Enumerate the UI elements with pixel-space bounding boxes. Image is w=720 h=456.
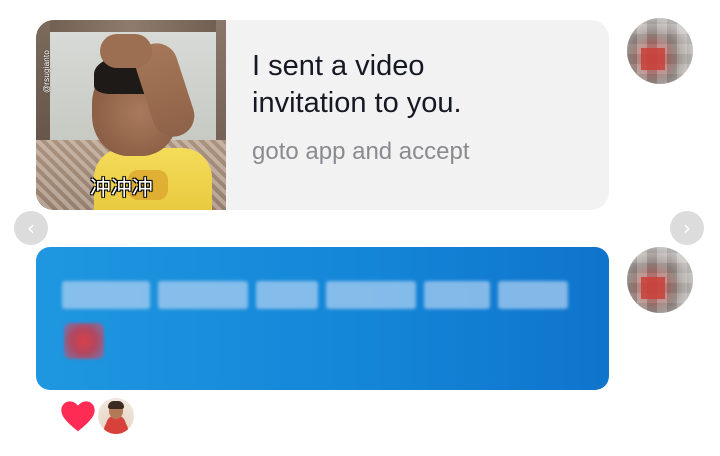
thumbnail-watermark: @rsugianto bbox=[42, 50, 51, 94]
pixelated-word bbox=[256, 281, 318, 309]
thumbnail-child-hand bbox=[100, 34, 152, 68]
pixelated-word bbox=[326, 281, 416, 309]
thumbnail-frame bbox=[36, 20, 226, 32]
invite-thumbnail: @rsugianto 冲冲冲 bbox=[36, 20, 226, 210]
avatar-face-blur bbox=[641, 277, 665, 299]
pixelated-word bbox=[424, 281, 490, 309]
sender-avatar[interactable] bbox=[627, 247, 693, 313]
chevron-right-icon[interactable]: › bbox=[670, 211, 704, 245]
pixelated-message-text bbox=[62, 281, 582, 311]
reactor-avatar-hair bbox=[108, 401, 124, 409]
reactor-avatar-body bbox=[104, 420, 128, 434]
invite-text-block: I sent a video invitation to you. goto a… bbox=[226, 20, 609, 210]
avatar-face-blur bbox=[641, 48, 665, 70]
message-bubble[interactable] bbox=[36, 247, 609, 390]
pixelated-word bbox=[498, 281, 568, 309]
pixelated-word bbox=[158, 281, 248, 309]
heart-icon[interactable] bbox=[58, 396, 98, 436]
invite-title: I sent a video invitation to you. bbox=[252, 50, 462, 119]
pixelated-word bbox=[62, 281, 150, 309]
chat-thread: @rsugianto 冲冲冲 I sent a video invitation… bbox=[0, 0, 720, 456]
video-invite-card[interactable]: @rsugianto 冲冲冲 I sent a video invitation… bbox=[36, 20, 609, 210]
sender-avatar[interactable] bbox=[627, 18, 693, 84]
chevron-left-icon[interactable]: ‹ bbox=[14, 211, 48, 245]
invite-subtitle[interactable]: goto app and accept bbox=[252, 138, 609, 166]
reactor-avatar[interactable] bbox=[98, 398, 134, 434]
thumbnail-caption: 冲冲冲 bbox=[90, 176, 153, 200]
pixelated-emoji bbox=[64, 323, 104, 359]
